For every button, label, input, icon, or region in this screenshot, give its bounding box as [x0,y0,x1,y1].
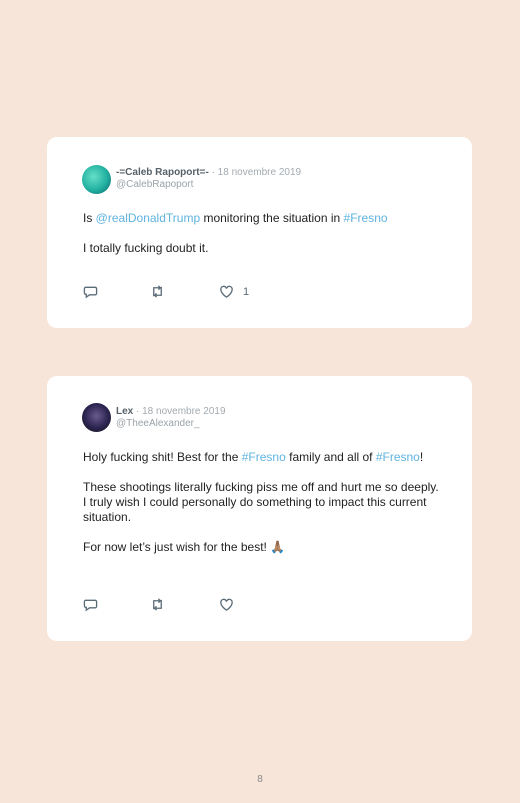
reply-icon [83,286,98,299]
tweet-card: -=Caleb Rapoport=- · 18 novembre 2019 @C… [47,137,472,328]
tweet-text: Holy fucking shit! Best for the #Fresno … [83,450,443,570]
tweet-card: Lex · 18 novembre 2019 @TheeAlexander_ H… [47,376,472,641]
text-segment: family and all of [285,450,376,464]
hashtag-link[interactable]: #Fresno [344,211,388,225]
tweet-date[interactable]: · 18 novembre 2019 [209,167,302,178]
author-handle[interactable]: @TheeAlexander_ [116,418,226,430]
text-segment: Is [83,211,96,225]
author-handle[interactable]: @CalebRapoport [116,179,301,191]
text-segment: ! [419,450,424,464]
avatar[interactable] [82,403,111,432]
tweet-date[interactable]: · 18 novembre 2019 [133,406,226,417]
retweet-icon [153,285,162,298]
tweet-header: -=Caleb Rapoport=- · 18 novembre 2019 @C… [116,167,301,191]
retweet-button[interactable] [150,284,165,299]
tweet-text: Is @realDonaldTrump monitoring the situa… [83,211,443,271]
like-count: 1 [243,285,250,298]
retweet-button[interactable] [150,597,165,612]
mention-link[interactable]: @realDonaldTrump [96,211,200,225]
text-segment: Holy fucking shit! Best for the [83,450,242,464]
like-button[interactable]: 1 [219,284,249,299]
hashtag-link[interactable]: #Fresno [376,450,420,464]
avatar[interactable] [82,165,111,194]
text-paragraph: I totally fucking doubt it. [83,241,209,255]
author-name[interactable]: -=Caleb Rapoport=- [116,167,209,178]
hashtag-link[interactable]: #Fresno [242,450,286,464]
page-number: 8 [257,774,263,785]
text-segment: monitoring the situation in [200,211,344,225]
tweet-header: Lex · 18 novembre 2019 @TheeAlexander_ [116,406,226,430]
text-paragraph: These shootings literally fucking piss m… [83,480,439,524]
heart-icon [220,598,233,611]
author-name[interactable]: Lex [116,406,133,417]
reply-button[interactable] [83,284,98,299]
retweet-icon [153,598,162,611]
reply-icon [83,599,98,612]
heart-icon [220,285,233,298]
like-button[interactable] [219,597,234,612]
text-paragraph: For now let’s just wish for the best! 🙏🏽 [83,540,286,554]
reply-button[interactable] [83,597,98,612]
